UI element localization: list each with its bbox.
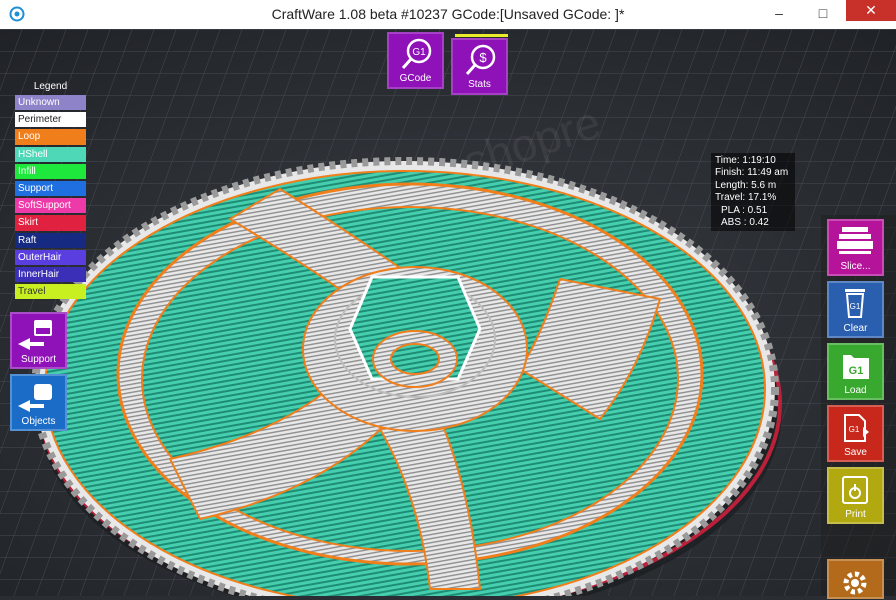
legend-title: Legend [33,81,68,92]
stat-pla: PLA : 0.51 [721,204,768,216]
objects-button-label: Objects [21,416,56,427]
magnifier-dollar-icon: $ [465,44,496,75]
svg-text:G1: G1 [849,425,860,434]
legend-item-travel: Travel [15,284,86,300]
legend-item-perimeter: Perimeter [15,112,86,128]
support-arrow-icon [18,320,52,350]
trash-gcode-icon: G1 [845,289,865,318]
svg-text:G1: G1 [849,365,864,377]
print-button-label: Print [845,509,866,520]
save-gcode-icon: G1 [844,414,869,442]
legend-item-raft: Raft [15,232,86,248]
load-button-label: Load [844,385,867,396]
support-button-label: Support [20,354,57,365]
stat-abs: ABS : 0.42 [721,217,769,229]
stats-panel: Time: 1:19:10 Finish: 11:49 am Length: 5… [711,153,795,231]
clear-button-label: Clear [843,323,868,334]
stat-finish: Finish: 11:49 am [715,167,789,179]
legend-item-infill: Infill [15,163,86,179]
objects-button[interactable]: Objects [10,374,67,431]
save-button[interactable]: G1 Save [827,405,884,462]
legend-item-skirt: Skirt [15,215,86,231]
legend-item-hshell: HShell [15,146,86,162]
stat-travel: Travel: 17.1% [715,192,777,204]
3d-viewport[interactable]: shopre Legend Unknown Perimeter Loop HShell… [0,29,896,596]
magnifier-gcode-icon: G1 [401,38,432,69]
viewport-scene[interactable]: shopre [0,29,896,596]
legend-item-innerhair: InnerHair [15,266,86,283]
legend-item-softsupport: SoftSupport [15,198,86,214]
print-icon [842,476,868,504]
minimize-button[interactable]: – [756,2,802,23]
legend-item-loop: Loop [15,129,86,145]
slice-button-label: Slice... [840,261,871,272]
support-button[interactable]: Support [10,312,67,369]
clear-button[interactable]: G1 Clear [827,281,884,338]
gear-icon [843,571,867,595]
legend-item-support: Support [15,180,86,197]
legend: Legend Unknown Perimeter Loop HShell Infill S… [15,79,86,301]
stats-active-indicator [455,34,508,37]
title-bar: CraftWare 1.08 beta #10237 GCode:[Unsave… [0,0,896,30]
stats-button-label: Stats [468,79,491,90]
objects-arrow-icon [18,384,52,412]
stats-button[interactable]: $ Stats [451,34,508,95]
load-button[interactable]: G1 Load [827,343,884,400]
stat-length: Length: 5.6 m [715,179,777,191]
save-button-label: Save [844,447,867,458]
legend-item-outerhair: OuterHair [15,249,86,265]
stat-time: Time: 1:19:10 [715,155,776,166]
close-button[interactable]: ✕ [846,0,896,21]
settings-button[interactable] [827,559,884,599]
svg-text:G1: G1 [412,47,426,58]
right-toolbar: Slice... G1 Clear G1 Load G1 Save Print [821,215,896,599]
maximize-button[interactable]: □ [800,2,846,23]
svg-text:$: $ [479,50,487,65]
legend-item-unknown: Unknown [15,95,86,111]
svg-text:G1: G1 [850,302,861,311]
gcode-button[interactable]: G1 GCode [387,32,444,89]
print-button[interactable]: Print [827,467,884,524]
gcode-button-label: GCode [399,73,432,84]
printer-slice-icon [837,227,873,254]
folder-gcode-icon: G1 [843,355,869,379]
slice-button[interactable]: Slice... [827,219,884,276]
